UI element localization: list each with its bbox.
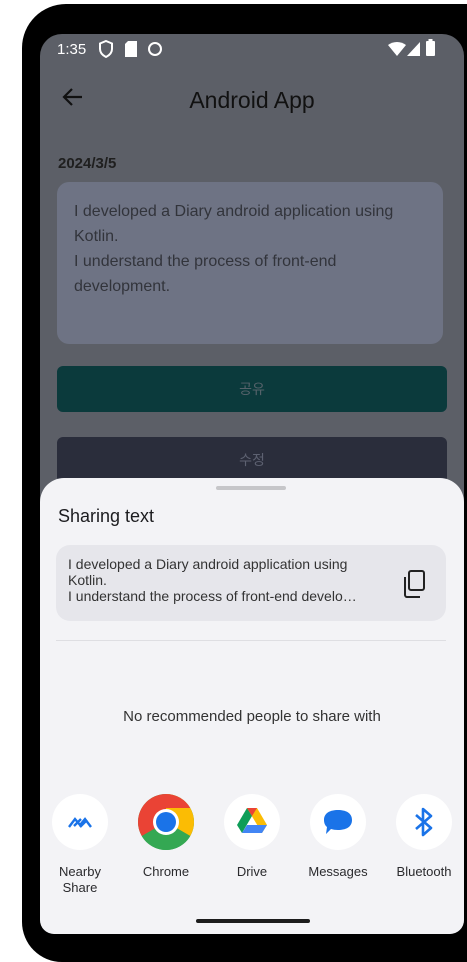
share-target-messages[interactable]: Messages — [298, 794, 378, 880]
bluetooth-icon — [396, 794, 452, 850]
share-target-chrome[interactable]: Chrome — [126, 794, 206, 880]
share-target-label: Drive — [236, 864, 268, 879]
screen: 1:35 Android App 2024/3/5 I developed a … — [40, 34, 464, 934]
gesture-nav-bar[interactable] — [196, 919, 310, 923]
share-preview: I developed a Diary android application … — [56, 545, 446, 621]
nearby-share-icon — [52, 794, 108, 850]
share-sheet-title: Sharing text — [58, 506, 155, 526]
share-target-label: Bluetooth — [396, 864, 452, 879]
share-sheet: Sharing text I developed a Diary android… — [40, 478, 464, 934]
share-target-label: Nearby Share — [59, 864, 101, 895]
circle-status-icon — [148, 42, 162, 56]
sd-card-icon — [125, 41, 137, 57]
share-target-bluetooth[interactable]: Bluetooth — [384, 794, 464, 880]
messages-icon — [310, 794, 366, 850]
share-target-label: Messages — [308, 864, 368, 879]
share-preview-text: I developed a Diary android application … — [68, 556, 357, 604]
chrome-icon — [137, 794, 195, 851]
diary-content: I developed a Diary android application … — [74, 203, 394, 295]
status-time: 1:35 — [57, 41, 87, 58]
copy-icon[interactable] — [402, 569, 428, 599]
share-target-label: Chrome — [142, 864, 190, 879]
status-bar: 1:35 — [40, 34, 464, 66]
battery-icon — [426, 39, 435, 56]
drag-handle[interactable] — [216, 486, 286, 490]
diary-content-box: I developed a Diary android application … — [57, 182, 443, 344]
no-recommendations-text: No recommended people to share with — [123, 708, 381, 725]
wifi-icon — [388, 42, 406, 56]
share-target-nearby-share[interactable]: Nearby Share — [40, 794, 120, 896]
signal-icon — [407, 42, 420, 56]
edit-button[interactable]: 수정 — [57, 437, 447, 483]
diary-date: 2024/3/5 — [58, 155, 117, 172]
shield-icon — [99, 40, 113, 58]
drive-icon — [224, 794, 280, 850]
divider — [56, 640, 446, 641]
share-button[interactable]: 공유 — [57, 366, 447, 412]
app-bar-title: Android App — [189, 87, 315, 113]
share-target-drive[interactable]: Drive — [212, 794, 292, 880]
